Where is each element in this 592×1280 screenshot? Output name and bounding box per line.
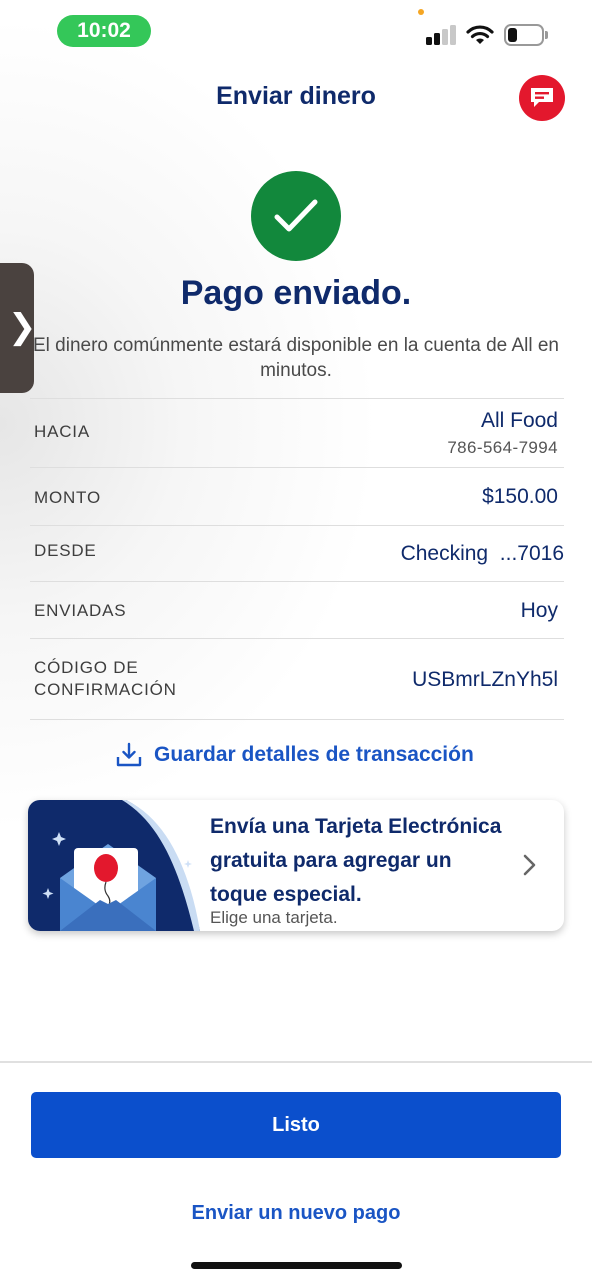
ecard-title: Envía una Tarjeta Electrónica gratuita p… <box>210 815 502 906</box>
save-transaction-details-label: Guardar detalles de transacción <box>154 743 474 766</box>
to-label: HACIA <box>34 422 90 441</box>
status-time: 10:02 <box>57 15 151 47</box>
home-indicator[interactable] <box>191 1262 402 1269</box>
privacy-indicator <box>418 9 424 15</box>
to-phone: 786-564-7994 <box>447 438 558 457</box>
chevron-right-icon <box>523 854 536 876</box>
detail-row-to: HACIA All Food 786-564-7994 <box>30 398 564 467</box>
success-title: Pago enviado. <box>180 274 412 312</box>
amount-label: MONTO <box>34 488 101 507</box>
sent-label: ENVIADAS <box>34 601 127 620</box>
transaction-details: HACIA All Food 786-564-7994 MONTO $150.0… <box>30 398 564 720</box>
footer-divider <box>0 1061 592 1063</box>
status-bar: 10:02 <box>0 0 592 60</box>
send-new-payment-link[interactable]: Enviar un nuevo pago <box>0 1202 592 1225</box>
envelope-balloon-illustration <box>28 800 200 931</box>
confirmation-code: USBmrLZnYh5l <box>412 668 558 691</box>
page-title: Enviar dinero <box>216 82 376 110</box>
download-icon <box>116 742 142 767</box>
chat-icon <box>531 88 553 107</box>
to-name: All Food <box>480 409 558 432</box>
confirmation-label-line2: CONFIRMACIÓN <box>34 680 177 699</box>
detail-row-confirmation: CÓDIGO DE CONFIRMACIÓN USBmrLZnYh5l <box>30 638 564 719</box>
detail-row-amount: MONTO $150.00 <box>30 467 564 525</box>
confirmation-label-line1: CÓDIGO DE <box>34 658 139 677</box>
done-button[interactable]: Listo <box>31 1092 561 1158</box>
signal-icon <box>426 25 458 45</box>
success-subtitle: El dinero comúnmente estará disponible e… <box>32 335 559 381</box>
ecard-subtitle: Elige una tarjeta. <box>210 908 338 927</box>
detail-row-sent: ENVIADAS Hoy <box>30 581 564 638</box>
battery-icon <box>504 24 548 46</box>
save-transaction-details-button[interactable]: Guardar detalles de transacción <box>116 740 474 770</box>
detail-row-from: DESDE Checking ...7016 <box>30 525 564 581</box>
sent-value: Hoy <box>520 599 558 622</box>
wifi-icon <box>466 25 494 44</box>
amount-value: $150.00 <box>482 485 558 508</box>
ecard-promo[interactable]: Envía una Tarjeta Electrónica gratuita p… <box>28 800 564 931</box>
chat-button[interactable] <box>519 75 565 121</box>
details-bottom-divider <box>30 719 564 720</box>
success-checkmark-icon <box>251 171 341 261</box>
from-label: DESDE <box>34 541 97 560</box>
from-account: Checking ...7016 <box>400 542 564 565</box>
